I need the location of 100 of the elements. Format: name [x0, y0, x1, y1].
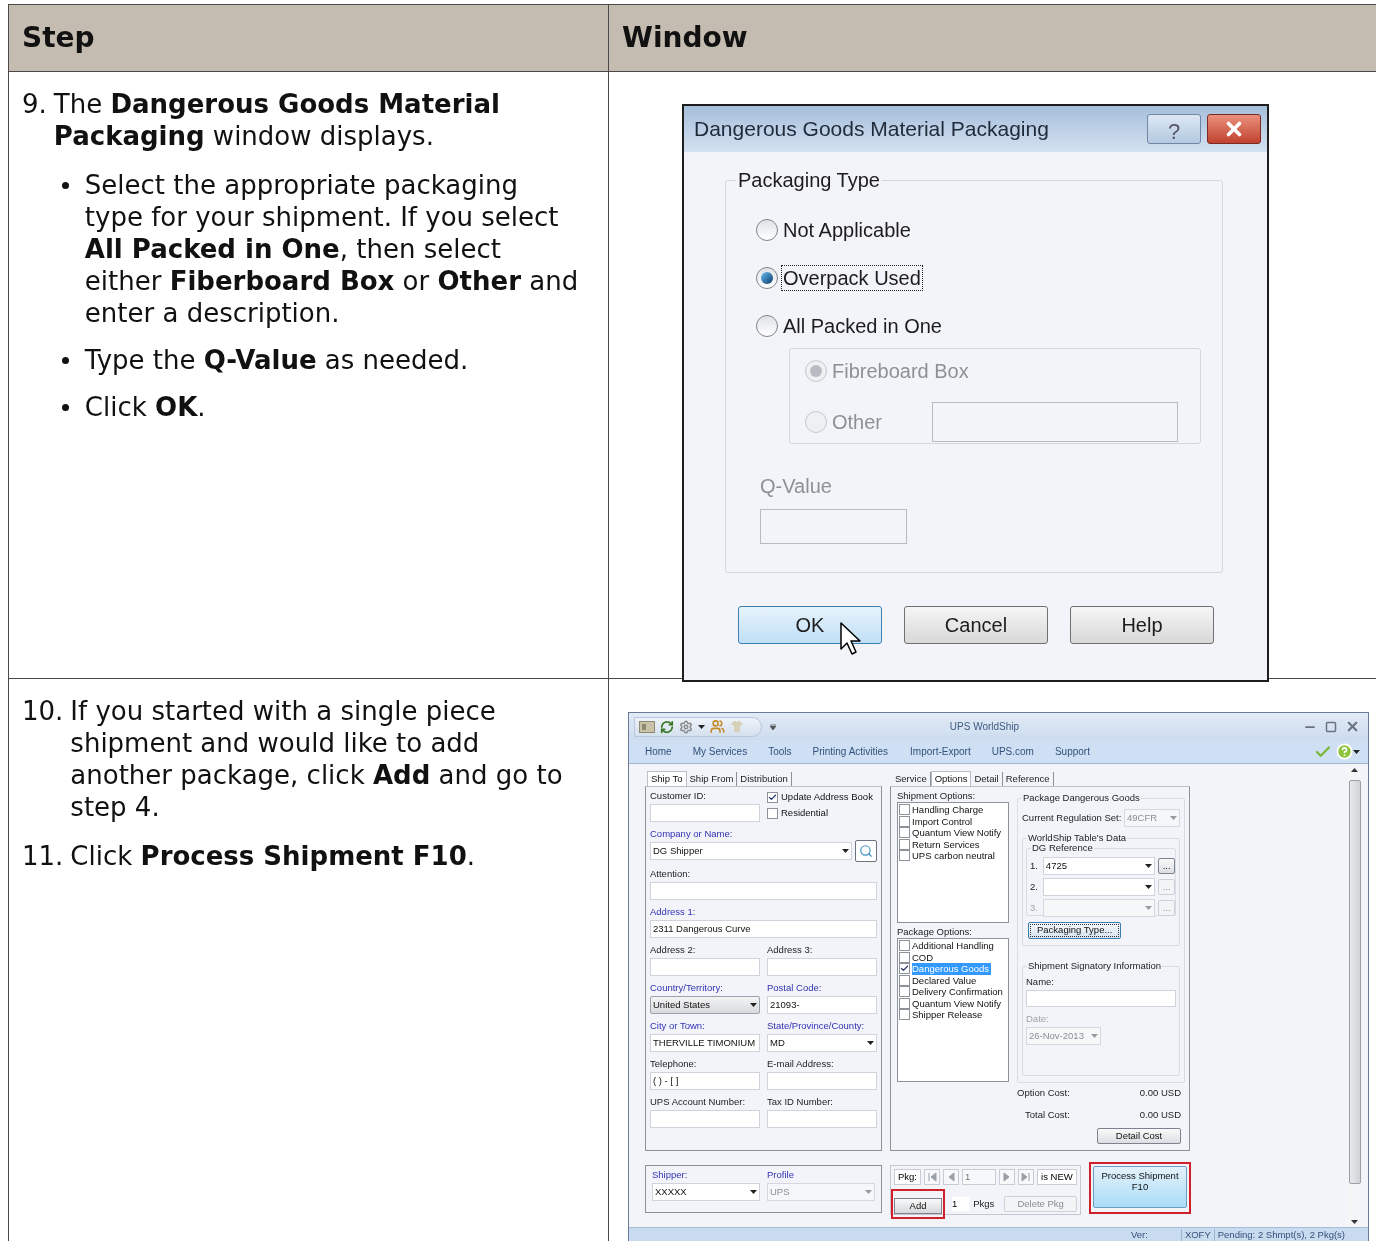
dropdown-caret-icon: [750, 1190, 757, 1194]
text-field[interactable]: [650, 958, 760, 976]
option-label: Other: [831, 410, 884, 435]
search-button[interactable]: [855, 840, 877, 862]
text-field[interactable]: [650, 804, 760, 822]
scroll-up-icon[interactable]: [1351, 768, 1358, 772]
dropdown-field[interactable]: XXXXX: [652, 1183, 760, 1201]
checkbox[interactable]: [899, 815, 910, 827]
text-field[interactable]: ( ) - [ ]: [650, 1072, 760, 1090]
menu-item[interactable]: Import-Export: [910, 744, 971, 759]
text-field[interactable]: [767, 958, 877, 976]
checkbox[interactable]: [899, 827, 910, 839]
checkbox[interactable]: [899, 1009, 910, 1021]
tab[interactable]: Detail: [971, 772, 1003, 786]
text-field[interactable]: [767, 1110, 877, 1128]
first-page-button[interactable]: [924, 1169, 940, 1185]
process-shipment-button[interactable]: Process Shipment F10: [1093, 1166, 1187, 1208]
help-button[interactable]: ?: [1147, 114, 1201, 144]
column-header: Window: [609, 5, 1376, 72]
next-page-button[interactable]: [999, 1169, 1015, 1185]
text-field[interactable]: [1026, 990, 1176, 1007]
field-label: Address 2:: [650, 944, 697, 956]
dropdown-field[interactable]: MD: [767, 1034, 877, 1052]
tab[interactable]: Reference: [1002, 772, 1054, 786]
menu-item[interactable]: Tools: [768, 744, 792, 759]
window-title: UPS WorldShip: [948, 720, 1021, 734]
menu-item[interactable]: Home: [645, 744, 672, 759]
list-item[interactable]: UPS carbon neutral: [912, 850, 997, 862]
list-item[interactable]: Additional Handling: [912, 940, 996, 952]
package-status: is NEW: [1037, 1169, 1077, 1185]
close-button[interactable]: [1207, 114, 1261, 144]
text-field[interactable]: [767, 1072, 877, 1090]
menu-item[interactable]: Support: [1054, 744, 1090, 759]
previous-page-button[interactable]: [943, 1169, 959, 1185]
dropdown-field[interactable]: DG Shipper: [650, 842, 852, 860]
tab[interactable]: Service: [892, 772, 931, 786]
package-number-field[interactable]: 1: [962, 1169, 996, 1185]
text-field[interactable]: THERVILLE TIMONIUM: [650, 1034, 760, 1052]
checkbox[interactable]: [899, 974, 910, 986]
tab[interactable]: Distribution: [737, 772, 792, 786]
checkbox[interactable]: [899, 963, 910, 975]
list-item[interactable]: Shipper Release: [912, 1009, 985, 1021]
list-item[interactable]: Return Services: [912, 838, 982, 850]
text-field[interactable]: 21093-: [767, 996, 877, 1014]
last-page-button[interactable]: [1018, 1169, 1034, 1185]
scroll-down-icon[interactable]: [1351, 1220, 1358, 1224]
add-button[interactable]: Add: [894, 1198, 942, 1214]
field-label: Tax ID Number:: [767, 1096, 834, 1108]
detail-cost-button[interactable]: Detail Cost: [1097, 1127, 1181, 1144]
menu-item[interactable]: Printing Activities: [812, 744, 889, 759]
menu-item[interactable]: UPS.com: [991, 744, 1034, 759]
list-item[interactable]: Delivery Confirmation: [912, 986, 1005, 998]
dropdown-caret-icon: [1091, 1034, 1098, 1038]
help-icon[interactable]: [1336, 743, 1353, 760]
radio-button[interactable]: [756, 315, 778, 337]
list-title: Package Options:: [897, 926, 973, 938]
radio-button[interactable]: [756, 267, 778, 289]
radio-button[interactable]: [756, 219, 778, 241]
menu-item[interactable]: My Services: [692, 744, 748, 759]
close-icon[interactable]: [1345, 719, 1360, 734]
checkbox[interactable]: [899, 951, 910, 963]
checkbox[interactable]: [899, 804, 910, 816]
dialog-button[interactable]: Cancel: [904, 606, 1048, 644]
dialog-button[interactable]: OK: [738, 606, 882, 644]
dropdown-caret-icon: [750, 1003, 757, 1007]
list-item[interactable]: Quantum View Notify: [912, 997, 1004, 1009]
tab[interactable]: Options: [930, 771, 972, 786]
dropdown-field[interactable]: 4725: [1042, 857, 1156, 875]
search-icon: [859, 844, 873, 858]
tab[interactable]: Ship To: [647, 771, 687, 786]
q-value-field[interactable]: [760, 509, 907, 544]
step-number: 11.: [22, 840, 64, 872]
dropdown-field[interactable]: United States: [650, 996, 760, 1014]
checkbox[interactable]: [767, 807, 778, 819]
checkbox[interactable]: [899, 838, 910, 850]
list-item[interactable]: COD: [912, 951, 936, 963]
dialog-button[interactable]: Help: [1070, 606, 1214, 644]
list-item[interactable]: Handling Charge: [912, 804, 986, 816]
scrollbar-thumb[interactable]: [1348, 780, 1361, 1184]
checkbox-label: Residential: [781, 807, 828, 819]
refresh-icon: [660, 719, 674, 734]
window-title: Dangerous Goods Material Packaging: [694, 116, 1050, 143]
checkbox[interactable]: [899, 940, 910, 952]
list-item[interactable]: Declared Value: [912, 974, 979, 986]
dropdown-field[interactable]: [1042, 878, 1156, 896]
text-field[interactable]: 2311 Dangerous Curve: [650, 920, 877, 938]
text-field[interactable]: [650, 1110, 760, 1128]
checkbox[interactable]: [899, 997, 910, 1009]
field-label: State/Province/County:: [767, 1020, 866, 1032]
checkbox[interactable]: [899, 850, 910, 862]
maximize-icon[interactable]: [1325, 720, 1337, 733]
tab[interactable]: Ship From: [686, 772, 738, 786]
checkbox[interactable]: [899, 986, 910, 998]
checkbox-label: Update Address Book: [781, 791, 873, 803]
checkbox[interactable]: [767, 791, 778, 803]
list-item[interactable]: Quantum View Notify: [912, 827, 1004, 839]
list-item[interactable]: Import Control: [912, 815, 975, 827]
browse-button[interactable]: ...: [1158, 858, 1175, 874]
packaging-type-button[interactable]: Packaging Type...: [1028, 922, 1122, 939]
text-field[interactable]: [650, 882, 877, 900]
